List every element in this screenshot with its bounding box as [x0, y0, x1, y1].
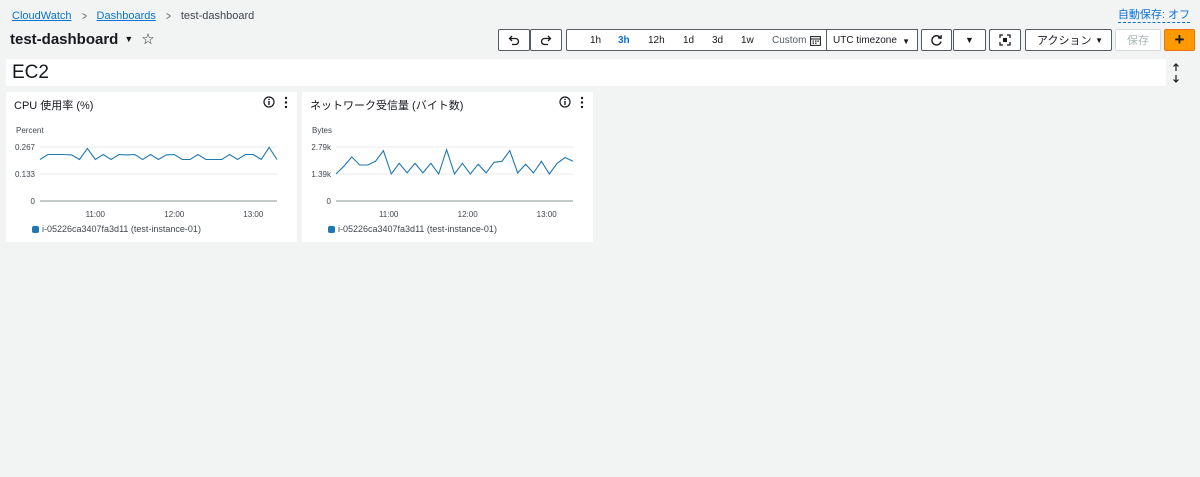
dashboard-title-row: test-dashboard ▼ ☆	[10, 30, 155, 48]
section-title: EC2	[12, 61, 49, 83]
redo-button[interactable]	[530, 29, 562, 51]
range-custom[interactable]: Custom	[772, 35, 806, 46]
refresh-options-button[interactable]: ▼	[953, 29, 986, 51]
undo-icon	[508, 35, 520, 46]
network-in-chart: Bytes 0 1.39k 2.79k 11:00 12:00 13:00	[311, 126, 574, 219]
legend-item[interactable]: i-05226ca3407fa3d11 (test-instance-01)	[328, 224, 497, 234]
y-tick-label: 0.267	[15, 143, 36, 152]
section-header: EC2	[6, 59, 1166, 86]
legend-item[interactable]: i-05226ca3407fa3d11 (test-instance-01)	[32, 224, 201, 234]
star-icon[interactable]: ☆	[141, 32, 154, 47]
y-axis-unit-label: Bytes	[312, 126, 332, 135]
y-axis-unit-label: Percent	[16, 126, 44, 135]
page-title: test-dashboard	[10, 30, 119, 48]
time-range-selector: 1h 3h 12h 1d 3d 1w Custom	[566, 29, 827, 51]
x-tick-label: 11:00	[379, 210, 399, 219]
cpu-chart: Percent 0 0.133 0.267 11:00 12:00 13:00	[15, 126, 278, 219]
autosave-toggle[interactable]: 自動保存: オフ	[1117, 9, 1190, 23]
expand-collapse-icon[interactable]	[1170, 63, 1182, 83]
breadcrumb-current: test-dashboard	[180, 10, 255, 22]
range-1h[interactable]: 1h	[590, 35, 601, 46]
add-widget-button[interactable]: +	[1164, 29, 1195, 51]
x-tick-label: 13:00	[537, 210, 558, 219]
timezone-select[interactable]: UTC timezone ▼	[827, 29, 918, 51]
range-3h[interactable]: 3h	[618, 35, 630, 46]
x-tick-label: 12:00	[164, 210, 185, 219]
legend-label: i-05226ca3407fa3d11 (test-instance-01)	[42, 224, 201, 234]
range-12h[interactable]: 12h	[648, 35, 665, 46]
refresh-icon	[931, 34, 942, 46]
undo-button[interactable]	[498, 29, 530, 51]
chevron-right-icon: >	[165, 9, 171, 23]
caret-down-icon: ▼	[1095, 36, 1103, 45]
caret-down-icon[interactable]: ▼	[124, 34, 133, 44]
refresh-button[interactable]	[921, 29, 952, 51]
more-options-icon[interactable]	[283, 96, 289, 109]
widget-cpu[interactable]: Percent 0 0.133 0.267 11:00 12:00 13:00 CPU 使用…	[6, 92, 297, 242]
series-line	[335, 147, 574, 176]
calendar-icon[interactable]	[810, 35, 821, 46]
y-tick-label: 2.79k	[311, 143, 332, 152]
info-icon[interactable]	[263, 96, 275, 108]
actions-button[interactable]: アクション ▼	[1025, 29, 1112, 51]
legend-label: i-05226ca3407fa3d11 (test-instance-01)	[338, 224, 497, 234]
range-3d[interactable]: 3d	[712, 35, 723, 46]
breadcrumb: CloudWatch > Dashboards > test-dashboard	[12, 9, 254, 23]
actions-label: アクション	[1037, 35, 1092, 47]
info-icon[interactable]	[559, 96, 571, 108]
timezone-label: UTC timezone	[833, 34, 897, 46]
fullscreen-button[interactable]	[989, 29, 1021, 51]
legend-swatch	[328, 225, 335, 233]
series-line	[39, 146, 278, 161]
y-tick-label: 1.39k	[311, 170, 332, 179]
breadcrumb-cloudwatch[interactable]: CloudWatch	[12, 10, 72, 22]
range-1w[interactable]: 1w	[741, 35, 754, 46]
widget-title: CPU 使用率 (%)	[14, 100, 94, 112]
widget-network-in[interactable]: Bytes 0 1.39k 2.79k 11:00 12:00 13:00 ネットワーク受信…	[302, 92, 593, 242]
chevron-right-icon: >	[81, 9, 87, 23]
redo-icon	[540, 35, 552, 46]
y-tick-label: 0	[31, 197, 36, 206]
caret-down-icon: ▼	[965, 35, 974, 45]
more-options-icon[interactable]	[579, 96, 585, 109]
breadcrumb-dashboards[interactable]: Dashboards	[97, 10, 156, 22]
legend-swatch	[32, 225, 39, 233]
y-tick-label: 0	[327, 197, 332, 206]
x-tick-label: 12:00	[458, 210, 479, 219]
fullscreen-icon	[999, 34, 1011, 46]
widget-title: ネットワーク受信量 (バイト数)	[310, 100, 464, 112]
caret-down-icon: ▼	[902, 37, 910, 46]
y-tick-label: 0.133	[15, 170, 36, 179]
x-tick-label: 13:00	[243, 210, 264, 219]
x-tick-label: 11:00	[86, 210, 106, 219]
save-button[interactable]: 保存	[1115, 29, 1161, 51]
range-1d[interactable]: 1d	[683, 35, 694, 46]
